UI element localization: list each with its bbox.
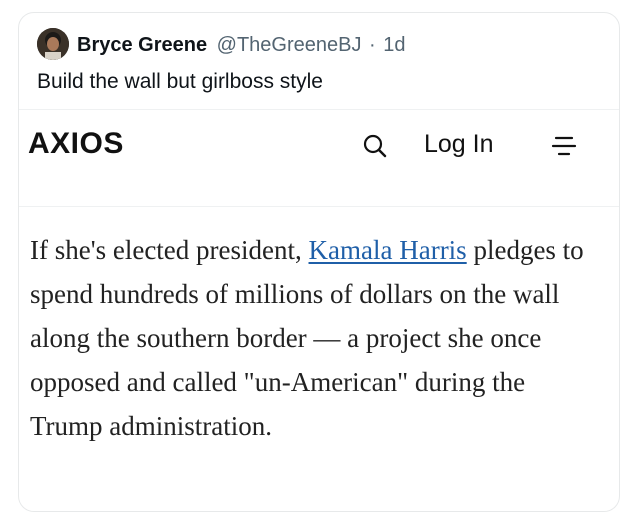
article-excerpt: If she's elected president, Kamala Harri… — [30, 228, 590, 448]
author-line: Bryce Greene @TheGreeneBJ · 1d — [77, 33, 406, 57]
article-text-before: If she's elected president, — [30, 235, 309, 265]
author-name[interactable]: Bryce Greene — [77, 34, 207, 56]
article-text-after: pledges to spend hundreds of millions of… — [30, 235, 584, 441]
avatar[interactable] — [37, 28, 69, 60]
avatar-image — [37, 28, 69, 60]
tweet-header: Bryce Greene @TheGreeneBJ · 1d Build the… — [19, 13, 619, 110]
menu-icon[interactable] — [550, 133, 578, 159]
axios-logo[interactable]: AXIOS — [28, 127, 124, 161]
kamala-harris-link[interactable]: Kamala Harris — [309, 235, 467, 265]
search-icon[interactable] — [362, 133, 388, 159]
separator-dot: · — [369, 34, 376, 56]
tweet-timestamp[interactable]: 1d — [383, 34, 405, 56]
login-link[interactable]: Log In — [424, 130, 494, 159]
author-handle[interactable]: @TheGreeneBJ — [217, 34, 362, 56]
tweet-text: Build the wall but girlboss style — [37, 70, 323, 93]
